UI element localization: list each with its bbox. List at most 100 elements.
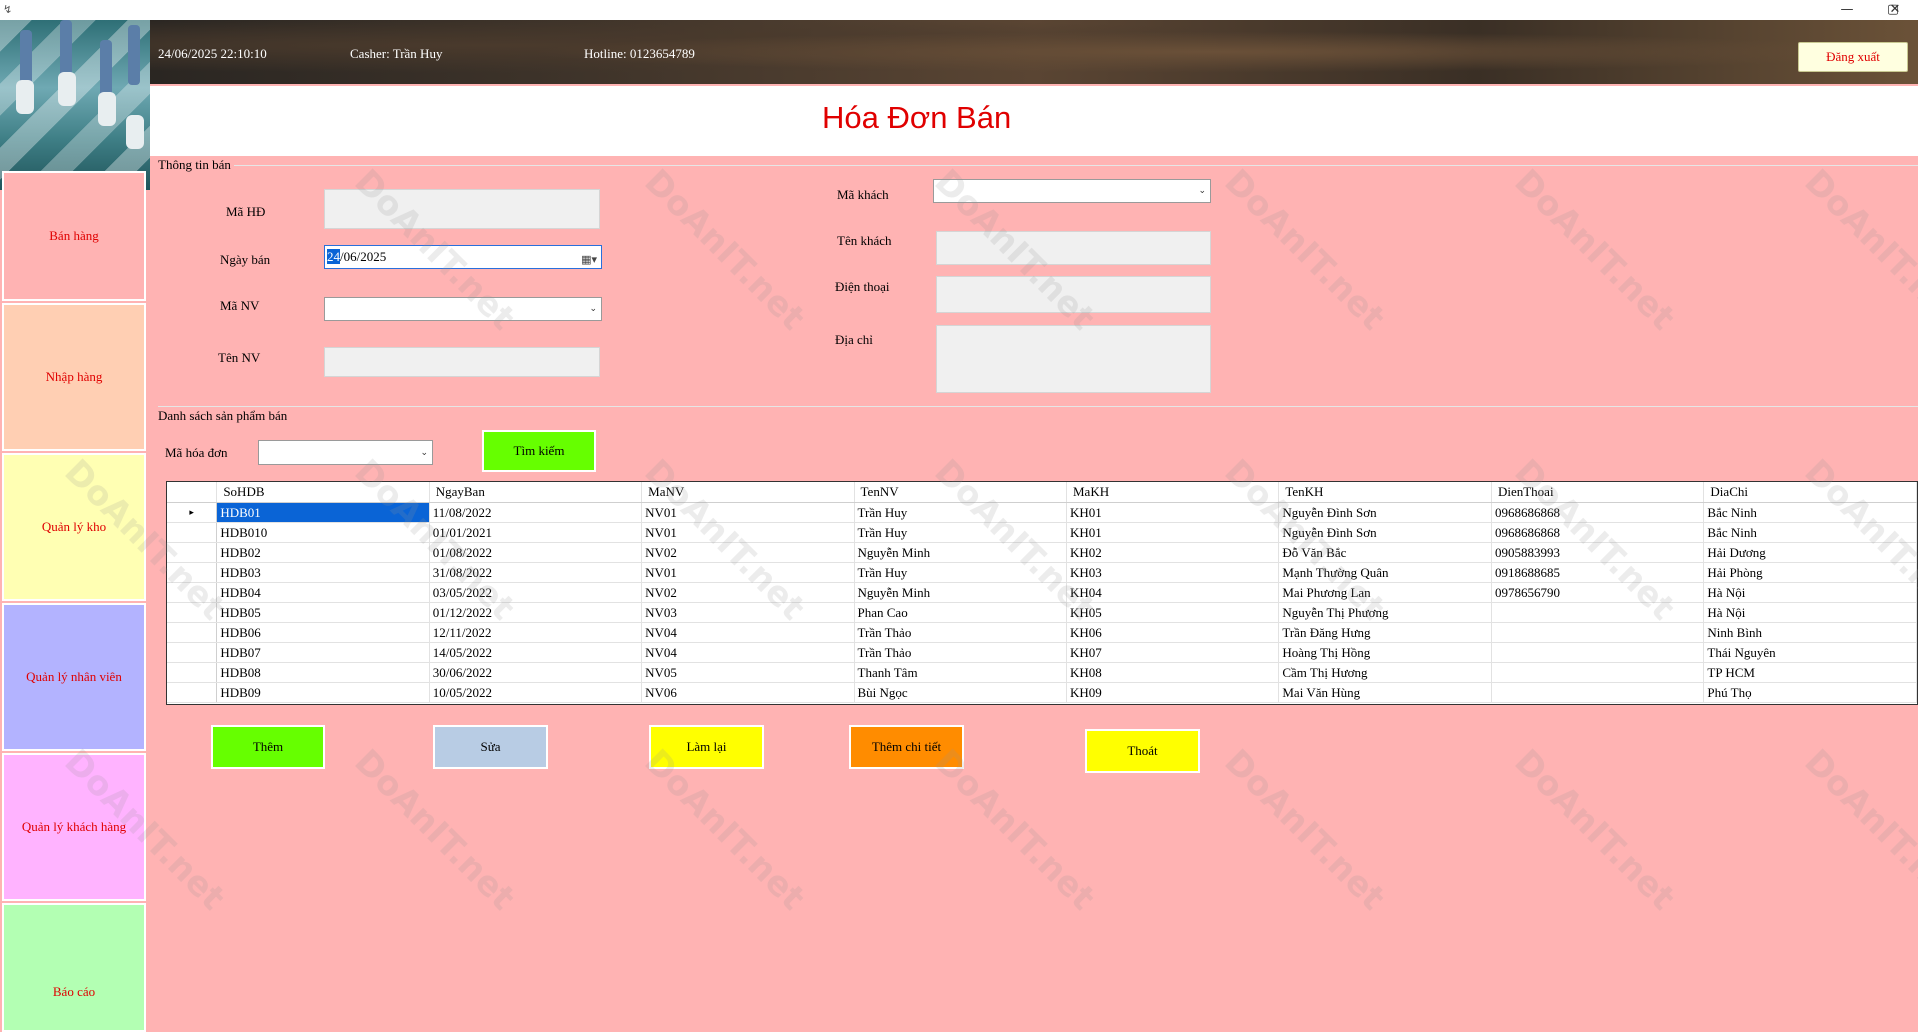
table-cell[interactable]: Mai Phương Lan	[1278, 582, 1492, 603]
table-cell[interactable]	[1491, 622, 1705, 643]
table-cell[interactable]: Thanh Tâm	[854, 662, 1068, 683]
column-header[interactable]: TenNV	[854, 482, 1068, 503]
table-cell[interactable]: KH03	[1066, 562, 1280, 583]
table-cell[interactable]: 0978656790	[1491, 582, 1705, 603]
row-selector[interactable]	[167, 562, 218, 583]
table-cell[interactable]: Nguyễn Đình Sơn	[1278, 502, 1492, 523]
column-header[interactable]: MaKH	[1066, 482, 1280, 503]
table-row[interactable]: ▸ HDB01 11/08/2022 NV01 Trần Huy KH01 Nguyễn Đ…	[167, 502, 1917, 523]
calendar-dropdown-icon[interactable]: ▦▾	[581, 249, 597, 271]
add-detail-button[interactable]: Thêm chi tiết	[849, 725, 964, 769]
sidebar-item-ban-hang[interactable]: Bán hàng	[2, 171, 146, 301]
table-cell[interactable]: KH08	[1066, 662, 1280, 683]
exit-button[interactable]: Thoát	[1085, 729, 1200, 773]
table-cell[interactable]	[1491, 602, 1705, 623]
table-cell[interactable]: Nguyễn Minh	[854, 542, 1068, 563]
table-cell[interactable]: HDB010	[216, 522, 430, 543]
table-cell[interactable]: Trần Huy	[854, 562, 1068, 583]
table-cell[interactable]: Bùi Ngọc	[854, 682, 1068, 703]
table-cell[interactable]: 31/08/2022	[429, 562, 643, 583]
table-cell[interactable]: Trần Huy	[854, 502, 1068, 523]
table-row[interactable]: HDB03 31/08/2022 NV01 Trần Huy KH03 Mạnh Thườ…	[167, 562, 1917, 583]
table-cell[interactable]: Nguyễn Thị Phương	[1278, 602, 1492, 623]
table-cell[interactable]: Ninh Bình	[1703, 622, 1917, 643]
table-cell[interactable]: HDB02	[216, 542, 430, 563]
table-cell[interactable]: KH01	[1066, 502, 1280, 523]
table-cell[interactable]: 11/08/2022	[429, 502, 643, 523]
table-row[interactable]: HDB09 10/05/2022 NV06 Bùi Ngọc KH09 Mai Văn H…	[167, 682, 1917, 703]
row-selector[interactable]	[167, 682, 218, 703]
row-selector[interactable]	[167, 522, 218, 543]
table-cell[interactable]: HDB05	[216, 602, 430, 623]
table-cell[interactable]: Mạnh Thường Quân	[1278, 562, 1492, 583]
ten-nv-field[interactable]	[324, 347, 600, 377]
table-cell[interactable]: Phú Thọ	[1703, 682, 1917, 703]
ma-hd-field[interactable]	[324, 189, 600, 229]
logout-button[interactable]: Đăng xuất	[1798, 42, 1908, 72]
sidebar-item-quan-ly-khach-hang[interactable]: Quản lý khách hàng	[2, 753, 146, 901]
column-header[interactable]: NgayBan	[429, 482, 643, 503]
table-cell[interactable]: NV04	[641, 642, 855, 663]
table-cell[interactable]: HDB04	[216, 582, 430, 603]
invoice-table[interactable]: SoHDB NgayBan MaNV TenNV MaKH TenKH Dien…	[166, 481, 1918, 705]
table-cell[interactable]: 01/01/2021	[429, 522, 643, 543]
table-row[interactable]: HDB06 12/11/2022 NV04 Trần Thảo KH06 Trần Đăn…	[167, 622, 1917, 643]
close-button[interactable]: ✕	[1872, 0, 1918, 20]
table-cell[interactable]: HDB03	[216, 562, 430, 583]
row-selector[interactable]	[167, 582, 218, 603]
edit-button[interactable]: Sửa	[433, 725, 548, 769]
ma-khach-combobox[interactable]: ⌄	[933, 179, 1211, 203]
table-cell[interactable]: HDB07	[216, 642, 430, 663]
table-cell[interactable]	[1491, 642, 1705, 663]
column-header[interactable]: DienThoai	[1491, 482, 1705, 503]
table-cell[interactable]: 10/05/2022	[429, 682, 643, 703]
table-cell[interactable]: NV01	[641, 562, 855, 583]
table-cell[interactable]: Trần Thảo	[854, 642, 1068, 663]
table-cell[interactable]: Hải Phòng	[1703, 562, 1917, 583]
table-cell[interactable]: KH05	[1066, 602, 1280, 623]
table-row[interactable]: HDB04 03/05/2022 NV02 Nguyễn Minh KH04 Mai Ph…	[167, 582, 1917, 603]
table-cell[interactable]: Trần Đăng Hưng	[1278, 622, 1492, 643]
ngay-ban-datepicker[interactable]: 24/06/2025 ▦▾	[324, 245, 602, 269]
table-cell[interactable]: Hoàng Thị Hồng	[1278, 642, 1492, 663]
table-cell[interactable]: HDB09	[216, 682, 430, 703]
table-cell[interactable]: 0918688685	[1491, 562, 1705, 583]
table-cell[interactable]: 0905883993	[1491, 542, 1705, 563]
table-cell[interactable]: KH06	[1066, 622, 1280, 643]
table-cell[interactable]: KH04	[1066, 582, 1280, 603]
table-cell[interactable]: Cầm Thị Hương	[1278, 662, 1492, 683]
table-cell[interactable]: Bắc Ninh	[1703, 502, 1917, 523]
table-cell[interactable]: NV01	[641, 522, 855, 543]
column-header[interactable]: SoHDB	[216, 482, 430, 503]
row-selector[interactable]	[167, 662, 218, 683]
table-cell[interactable]: HDB08	[216, 662, 430, 683]
table-cell[interactable]: 03/05/2022	[429, 582, 643, 603]
table-row[interactable]: HDB05 01/12/2022 NV03 Phan Cao KH05 Nguyễn Th…	[167, 602, 1917, 623]
sidebar-item-quan-ly-nhan-vien[interactable]: Quản lý nhân viên	[2, 603, 146, 751]
table-cell[interactable]: NV06	[641, 682, 855, 703]
row-selector[interactable]	[167, 642, 218, 663]
table-cell[interactable]: NV04	[641, 622, 855, 643]
search-button[interactable]: Tìm kiếm	[482, 430, 596, 472]
table-cell[interactable]: 0968686868	[1491, 502, 1705, 523]
table-cell[interactable]: Hải Dương	[1703, 542, 1917, 563]
table-cell[interactable]: NV02	[641, 582, 855, 603]
row-selector[interactable]	[167, 602, 218, 623]
table-cell[interactable]: Trần Thảo	[854, 622, 1068, 643]
table-cell[interactable]: Phan Cao	[854, 602, 1068, 623]
column-header[interactable]: TenKH	[1278, 482, 1492, 503]
sidebar-item-bao-cao[interactable]: Báo cáo	[2, 903, 146, 1032]
ten-khach-field[interactable]	[936, 231, 1211, 265]
table-cell[interactable]: KH07	[1066, 642, 1280, 663]
table-row[interactable]: HDB07 14/05/2022 NV04 Trần Thảo KH07 Hoàng Th…	[167, 642, 1917, 663]
table-cell[interactable]: Bắc Ninh	[1703, 522, 1917, 543]
table-cell[interactable]: Nguyễn Đình Sơn	[1278, 522, 1492, 543]
table-cell[interactable]: Đỗ Văn Bắc	[1278, 542, 1492, 563]
table-cell[interactable]: Thái Nguyên	[1703, 642, 1917, 663]
column-header[interactable]: DiaChi	[1703, 482, 1917, 503]
table-cell[interactable]: KH02	[1066, 542, 1280, 563]
table-row[interactable]: HDB02 01/08/2022 NV02 Nguyễn Minh KH02 Đỗ Văn…	[167, 542, 1917, 563]
table-cell[interactable]: 01/12/2022	[429, 602, 643, 623]
table-cell[interactable]: NV05	[641, 662, 855, 683]
table-cell[interactable]: 30/06/2022	[429, 662, 643, 683]
